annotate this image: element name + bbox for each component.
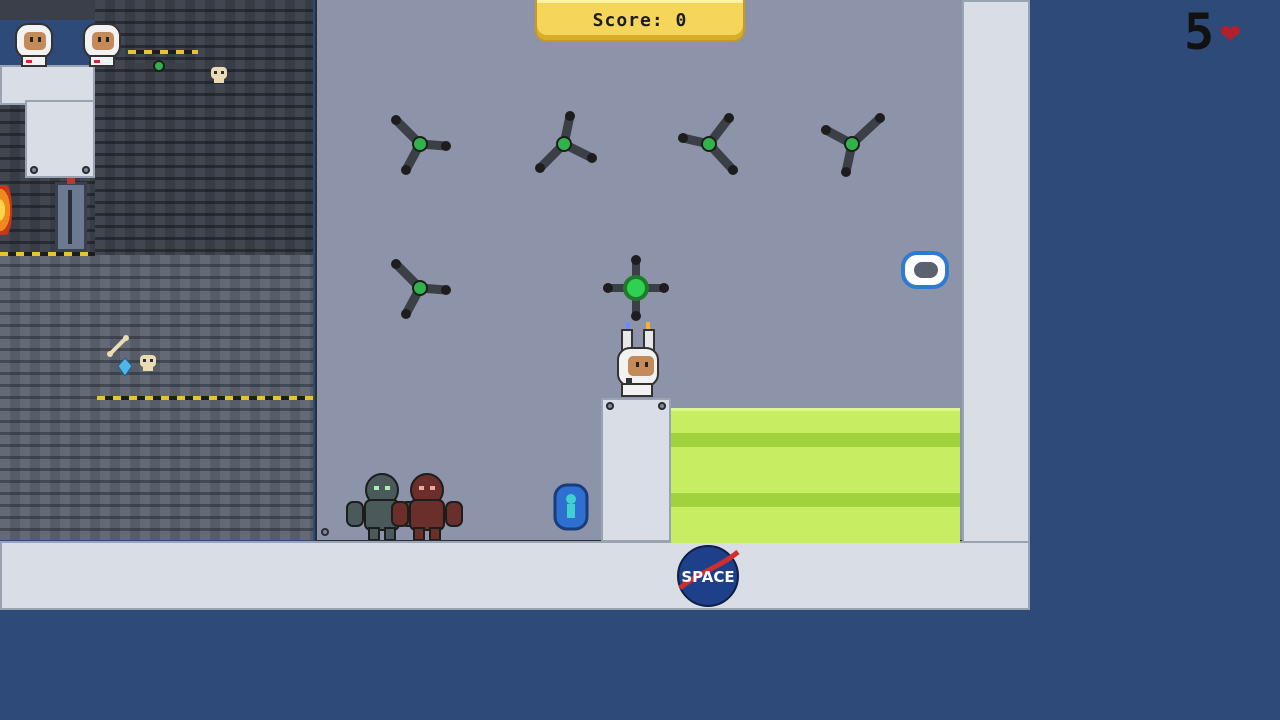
rivet	[30, 166, 38, 174]
airlock-door[interactable]	[55, 178, 87, 252]
wall-panel	[0, 65, 95, 105]
astronaut-life-icon	[15, 23, 53, 67]
rivet	[82, 166, 90, 174]
rivet	[606, 402, 614, 410]
heart-icon: ❤	[1220, 12, 1241, 52]
shield-pod-pickup[interactable]	[900, 250, 950, 290]
tri-arm-drone	[391, 115, 451, 175]
quad-arm-drone	[603, 255, 669, 321]
game-world: SPACE	[0, 0, 1280, 720]
score-value: 0	[675, 9, 688, 31]
space-logo-text: SPACE	[681, 568, 734, 586]
floor	[0, 541, 1030, 610]
tri-arm-drone	[678, 113, 738, 175]
skull	[211, 67, 227, 83]
right-wall	[962, 0, 1030, 610]
wall-panel	[25, 100, 95, 178]
lives-count: 5	[1184, 3, 1215, 61]
red-alien	[391, 473, 463, 540]
pillar-platform	[601, 398, 671, 542]
tri-arm-drone	[535, 111, 597, 173]
astronaut-player[interactable]	[612, 320, 664, 398]
rivet	[658, 402, 666, 410]
tri-arm-drone	[391, 259, 451, 319]
space-logo: SPACE	[677, 545, 740, 607]
blue-capsule-pickup[interactable]	[552, 482, 590, 532]
acid-pool	[671, 408, 960, 543]
small-drone	[134, 60, 186, 72]
astronaut-life-icon	[83, 23, 121, 67]
skull	[140, 355, 156, 371]
crystal[interactable]	[118, 358, 132, 376]
rivet	[321, 528, 329, 536]
fire-hazard	[0, 185, 12, 235]
hazard-stripe	[128, 50, 198, 54]
score-label: Score:	[592, 9, 664, 31]
rock-wall-top-strip	[0, 0, 95, 20]
lives-display: 5 ❤	[1184, 4, 1241, 60]
bone	[107, 335, 129, 357]
hazard-stripe	[0, 252, 95, 256]
door-seam	[68, 190, 72, 244]
tri-arm-drone	[821, 113, 885, 177]
score-display: Score: 0	[537, 0, 743, 40]
door-light	[67, 178, 75, 184]
hazard-stripe	[97, 396, 313, 400]
